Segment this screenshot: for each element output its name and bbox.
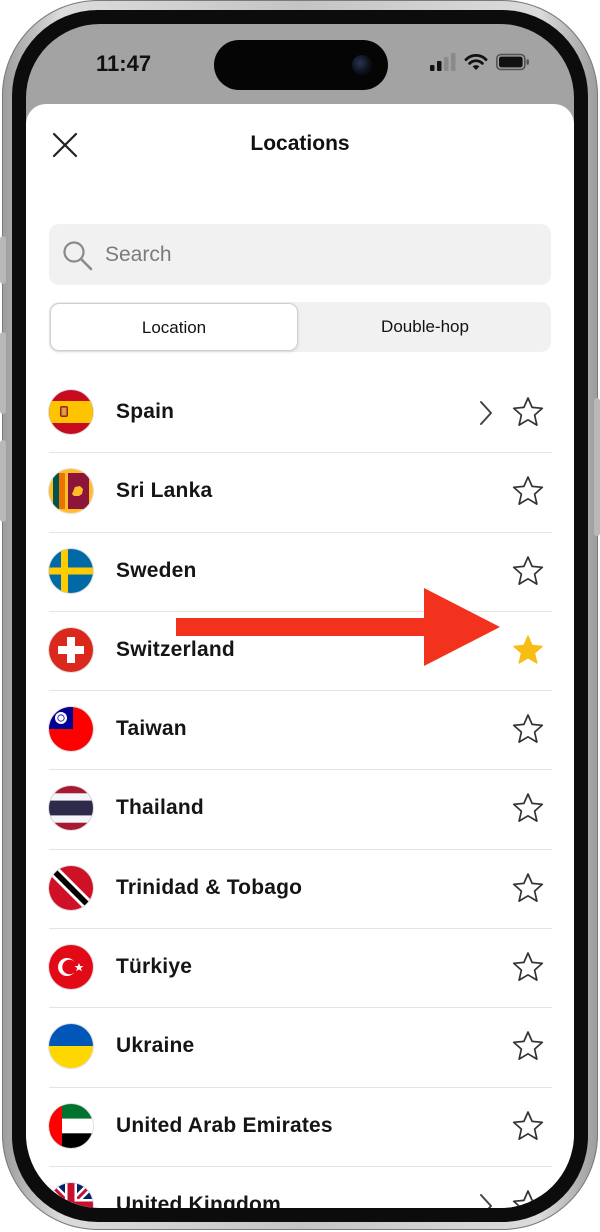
country-name: Taiwan (116, 717, 187, 741)
chevron-right-icon[interactable] (475, 1191, 497, 1208)
list-item[interactable]: Sri Lanka (26, 453, 574, 533)
list-item[interactable]: Thailand (26, 770, 574, 850)
country-name: Türkiye (116, 955, 193, 979)
search-icon (63, 241, 93, 271)
country-name: Sri Lanka (116, 479, 213, 503)
wifi-icon (464, 54, 488, 70)
star-outline-icon[interactable] (511, 474, 545, 508)
cellular-signal-icon (430, 53, 456, 71)
power-button (594, 398, 600, 536)
list-item[interactable]: Türkiye (26, 929, 574, 1009)
volume-down-button (0, 440, 6, 522)
country-name: Trinidad & Tobago (116, 875, 303, 899)
search-input[interactable] (105, 224, 525, 285)
star-outline-icon[interactable] (511, 791, 545, 825)
trinidad-tobago-flag-icon (49, 865, 93, 910)
star-outline-icon[interactable] (511, 871, 545, 905)
star-outline-icon[interactable] (511, 1029, 545, 1063)
list-item[interactable]: Ukraine (26, 1008, 574, 1088)
star-outline-icon[interactable] (511, 554, 545, 588)
turkiye-flag-icon (49, 945, 93, 990)
status-time: 11:47 (96, 51, 152, 76)
tab-location[interactable]: Location (50, 303, 298, 351)
country-name: United Arab Emirates (116, 1113, 333, 1137)
page-title: Locations (250, 132, 350, 155)
list-item[interactable]: Spain (26, 374, 574, 454)
sri-lanka-flag-icon (49, 469, 93, 514)
list-item[interactable]: United Kingdom (26, 1167, 574, 1208)
ukraine-flag-icon (49, 1024, 93, 1069)
sweden-flag-icon (49, 548, 93, 593)
annotation-arrow (176, 588, 500, 666)
star-outline-icon[interactable] (511, 950, 545, 984)
country-name: Thailand (116, 796, 204, 820)
country-name: Spain (116, 400, 175, 423)
battery-icon (496, 53, 529, 71)
chevron-right-icon[interactable] (475, 398, 497, 428)
status-icons (430, 53, 530, 71)
star-outline-icon[interactable] (511, 1188, 545, 1208)
uae-flag-icon (49, 1103, 93, 1148)
switzerland-flag-icon (49, 627, 93, 672)
star-outline-icon[interactable] (511, 1109, 545, 1143)
tab-double-hop[interactable]: Double-hop (299, 302, 551, 352)
country-name: Sweden (116, 558, 197, 582)
location-list: Spain Sri Lanka Sweden Switzerland Taiwa… (26, 374, 574, 1208)
dynamic-island (214, 40, 388, 90)
star-outline-icon[interactable] (511, 712, 545, 746)
front-camera (352, 55, 372, 75)
list-item[interactable]: Taiwan (26, 691, 574, 771)
spain-flag-icon (49, 390, 93, 434)
country-name: Ukraine (116, 1034, 195, 1058)
search-bar[interactable] (49, 224, 551, 285)
taiwan-flag-icon (49, 707, 93, 752)
list-item[interactable]: United Arab Emirates (26, 1088, 574, 1167)
location-type-tabs: Location Double-hop (49, 302, 551, 352)
action-button (0, 236, 6, 284)
star-outline-icon[interactable] (511, 395, 545, 429)
star-filled-icon[interactable] (511, 633, 545, 667)
list-item[interactable]: Trinidad & Tobago (26, 850, 574, 930)
country-name: United Kingdom (116, 1192, 281, 1208)
volume-up-button (0, 332, 6, 414)
uk-flag-icon (49, 1182, 93, 1208)
thailand-flag-icon (49, 786, 93, 831)
